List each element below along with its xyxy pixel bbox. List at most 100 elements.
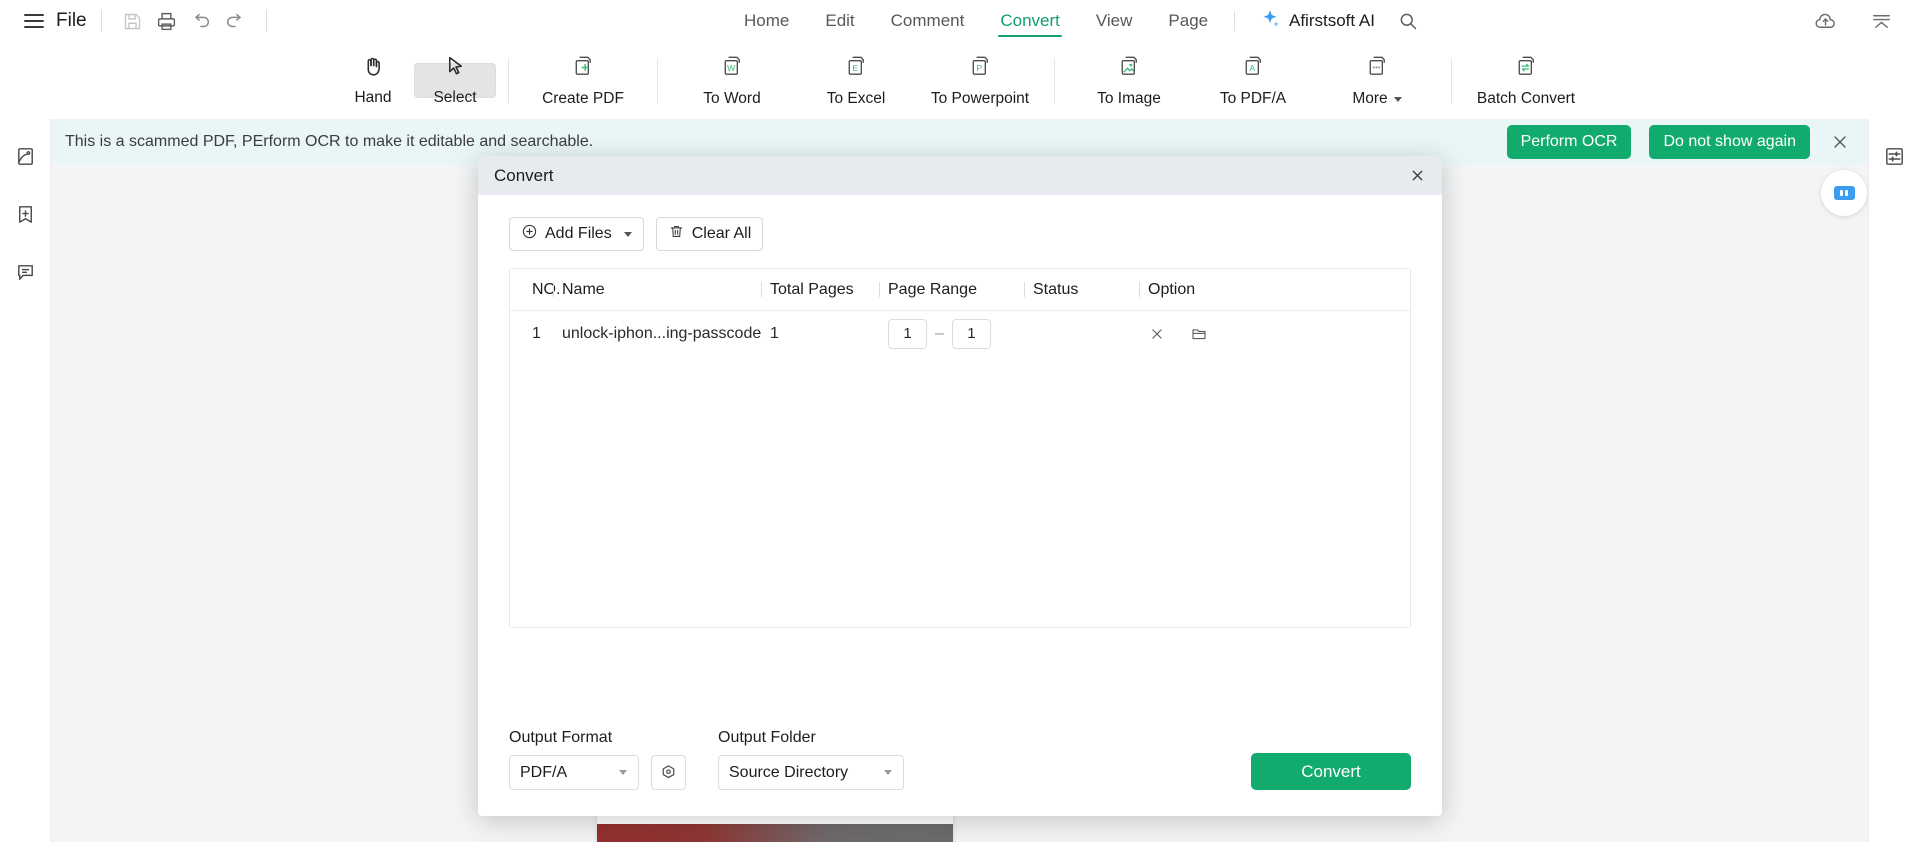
row-total-pages: 1 bbox=[770, 324, 779, 342]
cursor-arrow-icon bbox=[443, 54, 468, 84]
add-files-button[interactable]: Add Files bbox=[509, 217, 644, 251]
ribbon-item-batch-convert[interactable]: Batch Convert bbox=[1464, 50, 1588, 112]
svg-text:P: P bbox=[976, 63, 982, 73]
divider bbox=[100, 10, 102, 32]
divider bbox=[1054, 58, 1055, 103]
cloud-upload-icon[interactable] bbox=[1808, 4, 1842, 38]
chevron-down-icon bbox=[1393, 96, 1402, 102]
settings-gear-icon[interactable] bbox=[651, 755, 686, 790]
page-banner bbox=[597, 824, 953, 842]
output-folder-select[interactable]: Source Directory bbox=[718, 755, 904, 790]
ribbon-item-hand[interactable]: Hand bbox=[332, 50, 414, 112]
ribbon-item-to-word[interactable]: W To Word bbox=[670, 50, 794, 112]
close-icon[interactable] bbox=[1828, 130, 1852, 154]
output-folder-value: Source Directory bbox=[729, 763, 849, 781]
undo-icon[interactable] bbox=[184, 4, 218, 38]
dialog-title: Convert bbox=[494, 165, 554, 185]
dialog-footer: Output Format PDF/A Output Folder Source… bbox=[509, 729, 1411, 790]
ribbon-tabs: Home Edit Comment Convert View Page bbox=[726, 0, 1226, 42]
dialog-header: Convert bbox=[478, 156, 1442, 195]
divider bbox=[508, 58, 509, 103]
tab-edit[interactable]: Edit bbox=[807, 0, 872, 42]
column-header-name: Name bbox=[553, 269, 770, 311]
svg-text:W: W bbox=[727, 63, 736, 73]
close-icon[interactable] bbox=[1404, 163, 1430, 189]
batch-convert-icon bbox=[1513, 53, 1540, 85]
remove-file-icon[interactable] bbox=[1148, 325, 1166, 343]
ribbon-label: Create PDF bbox=[542, 90, 624, 107]
ai-area: Afirstsoft AI bbox=[1234, 0, 1425, 42]
divider bbox=[1234, 11, 1235, 31]
dialog-toolbar: Add Files Clear All bbox=[509, 217, 1411, 251]
ribbon-item-to-image[interactable]: To Image bbox=[1067, 50, 1191, 112]
to-excel-icon: E bbox=[843, 53, 870, 85]
bookmark-add-icon[interactable] bbox=[8, 197, 42, 231]
application-window: File Home Edit Comment Convert View Page… bbox=[0, 0, 1920, 842]
row-no: 1 bbox=[532, 324, 541, 342]
to-word-icon: W bbox=[719, 53, 746, 85]
ribbon-item-to-pdfa[interactable]: A To PDF/A bbox=[1191, 50, 1315, 112]
trash-icon bbox=[668, 223, 685, 245]
chevron-down-icon bbox=[619, 770, 627, 775]
ribbon-item-select[interactable]: Select bbox=[414, 56, 496, 106]
tab-view[interactable]: View bbox=[1078, 0, 1151, 42]
ribbon-label: To Word bbox=[703, 90, 761, 107]
dialog-body: Add Files Clear All NO. Name Total Pages… bbox=[478, 195, 1442, 628]
convert-button[interactable]: Convert bbox=[1251, 753, 1411, 790]
output-format-group: Output Format PDF/A bbox=[509, 729, 639, 790]
ocr-actions: Perform OCR Do not show again bbox=[1506, 124, 1852, 159]
ribbon-item-more[interactable]: More bbox=[1315, 50, 1439, 112]
ribbon-item-to-powerpoint[interactable]: P To Powerpoint bbox=[918, 50, 1042, 112]
column-header-total-pages: Total Pages bbox=[761, 269, 888, 311]
to-powerpoint-icon: P bbox=[967, 53, 994, 85]
column-header-page-range: Page Range bbox=[879, 269, 1033, 311]
page-range-to-input[interactable] bbox=[951, 318, 991, 349]
page-range-from-input[interactable] bbox=[888, 318, 927, 349]
search-icon[interactable] bbox=[1391, 4, 1425, 38]
tab-convert[interactable]: Convert bbox=[982, 0, 1078, 42]
thumbnails-icon[interactable] bbox=[8, 139, 42, 173]
clear-all-button[interactable]: Clear All bbox=[655, 217, 764, 251]
ribbon-toolbar: Hand Select Create PDF W To Word E To Ex… bbox=[0, 42, 1920, 119]
chevron-down-icon[interactable] bbox=[623, 231, 632, 237]
column-header-status: Status bbox=[1024, 269, 1148, 311]
ribbon-label: To Excel bbox=[826, 90, 886, 107]
menu-bar: File Home Edit Comment Convert View Page… bbox=[0, 0, 1920, 42]
file-menu-button[interactable]: File bbox=[56, 10, 87, 32]
save-icon[interactable] bbox=[116, 4, 150, 38]
badge-chip bbox=[1833, 186, 1855, 200]
perform-ocr-button[interactable]: Perform OCR bbox=[1506, 124, 1632, 159]
print-icon[interactable] bbox=[150, 4, 184, 38]
window-right-icons bbox=[1808, 0, 1898, 42]
afirstsoft-ai-button[interactable]: Afirstsoft AI bbox=[1289, 11, 1375, 31]
sparkle-icon bbox=[1259, 8, 1281, 35]
ribbon-item-to-excel[interactable]: E To Excel bbox=[794, 50, 918, 112]
tab-home[interactable]: Home bbox=[726, 0, 807, 42]
output-format-label: Output Format bbox=[509, 729, 613, 746]
ribbon-label: To Image bbox=[1097, 90, 1161, 107]
output-format-select[interactable]: PDF/A bbox=[509, 755, 639, 790]
hamburger-icon[interactable] bbox=[24, 14, 44, 28]
clear-all-label: Clear All bbox=[691, 225, 752, 242]
comments-icon[interactable] bbox=[8, 255, 42, 289]
open-folder-icon[interactable] bbox=[1190, 325, 1208, 343]
do-not-show-again-button[interactable]: Do not show again bbox=[1649, 124, 1810, 159]
table-row[interactable]: 1 unlock-iphon...ing-passcode 1 – bbox=[510, 311, 1410, 356]
output-format-value: PDF/A bbox=[520, 763, 568, 781]
ribbon-item-create-pdf[interactable]: Create PDF bbox=[521, 50, 645, 112]
page-badge-icon bbox=[1821, 170, 1867, 216]
collapse-ribbon-icon[interactable] bbox=[1864, 4, 1898, 38]
tab-page[interactable]: Page bbox=[1150, 0, 1226, 42]
left-sidebar bbox=[0, 119, 51, 842]
more-icon bbox=[1364, 53, 1391, 85]
tab-comment[interactable]: Comment bbox=[873, 0, 983, 42]
svg-text:A: A bbox=[1249, 63, 1255, 73]
chevron-down-icon bbox=[884, 770, 892, 775]
files-table: NO. Name Total Pages Page Range Status O… bbox=[509, 268, 1411, 628]
redo-icon[interactable] bbox=[218, 4, 252, 38]
svg-text:E: E bbox=[852, 63, 858, 73]
properties-panel-icon[interactable] bbox=[1878, 139, 1912, 173]
ribbon-label: Hand bbox=[354, 89, 392, 106]
table-header-row: NO. Name Total Pages Page Range Status O… bbox=[510, 269, 1410, 311]
footer-controls: Output Format PDF/A Output Folder Source… bbox=[509, 729, 1411, 790]
